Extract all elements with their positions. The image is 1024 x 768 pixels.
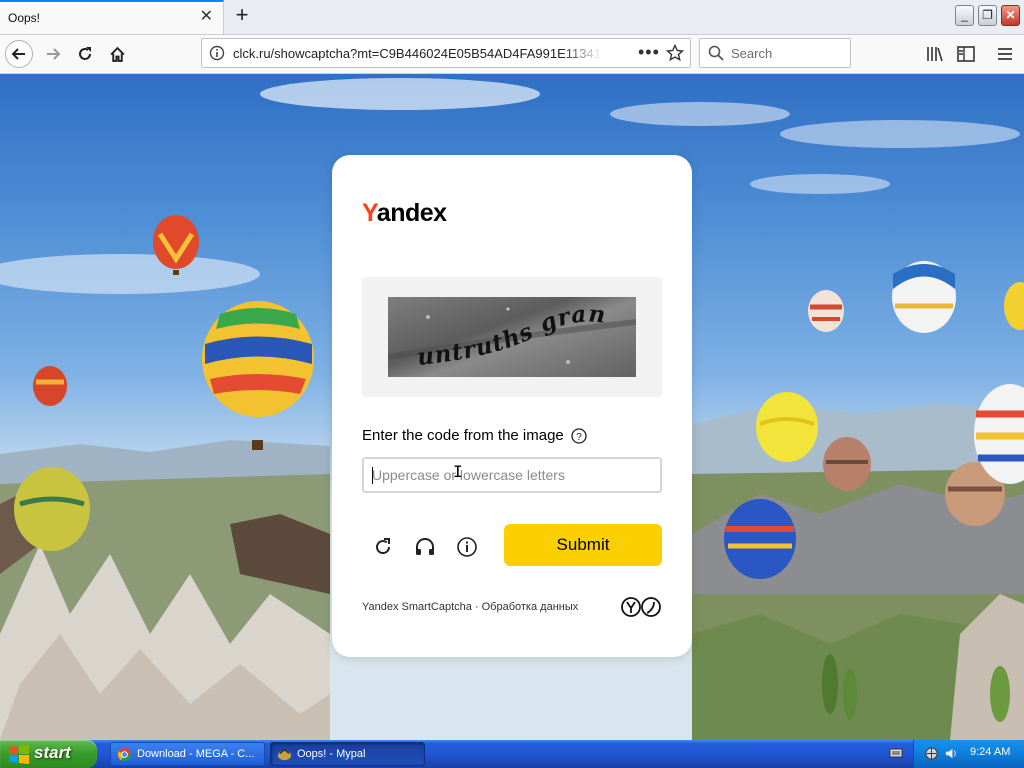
- refresh-captcha-button[interactable]: [369, 533, 397, 561]
- captcha-image: untruths grand: [388, 297, 636, 377]
- search-placeholder: Search: [731, 46, 773, 61]
- yandex-logo: Yandex: [362, 199, 447, 227]
- captcha-card: Yandex untruths grand Enter the code fro…: [332, 155, 692, 657]
- taskbar-item-label: Download - MEGA - C...: [137, 748, 255, 760]
- library-icon[interactable]: [926, 46, 944, 62]
- captcha-footer-links[interactable]: Yandex SmartCaptcha · Обработка данных: [362, 601, 578, 613]
- back-arrow-icon: [5, 40, 33, 68]
- reload-button[interactable]: [70, 39, 100, 69]
- info-icon[interactable]: [209, 45, 225, 61]
- url-text[interactable]: clck.ru/showcaptcha?mt=C9B446024E05B54AD…: [233, 46, 601, 61]
- page-actions-icon[interactable]: •••: [638, 42, 660, 63]
- info-circle-icon: [457, 537, 477, 557]
- taskbar-item-mypal[interactable]: Oops! - Mypal: [270, 742, 425, 766]
- search-icon: [708, 45, 724, 61]
- network-icon[interactable]: [924, 746, 939, 761]
- search-bar[interactable]: Search: [699, 38, 851, 68]
- captcha-prompt: Enter the code from the image: [362, 427, 564, 444]
- url-bar[interactable]: clck.ru/showcaptcha?mt=C9B446024E05B54AD…: [201, 38, 691, 68]
- reload-icon: [79, 47, 91, 60]
- svg-text:untruths grand: untruths grand: [388, 297, 607, 371]
- keyboard-icon[interactable]: [889, 746, 903, 760]
- smartcaptcha-logo-icon: [621, 597, 661, 617]
- submit-button[interactable]: Submit: [504, 524, 662, 566]
- mypal-icon: [277, 748, 292, 761]
- bookmark-star-icon[interactable]: [666, 44, 684, 62]
- windows-flag-icon: [9, 745, 29, 764]
- mouse-ibeam-cursor: I: [453, 462, 463, 481]
- navigation-toolbar: clck.ru/showcaptcha?mt=C9B446024E05B54AD…: [0, 35, 1024, 74]
- start-button[interactable]: start: [0, 740, 97, 768]
- clock[interactable]: 9:24 AM: [970, 746, 1010, 758]
- minimize-button[interactable]: _: [955, 5, 974, 26]
- info-button[interactable]: [453, 533, 481, 561]
- forward-arrow-icon: [47, 48, 61, 60]
- captcha-image-container: untruths grand: [362, 277, 662, 397]
- taskbar: start Download - MEGA - C... Oops! - Myp…: [0, 740, 1024, 768]
- chrome-icon: [117, 747, 132, 762]
- captcha-text: untruths grand: [388, 297, 606, 371]
- taskbar-item-label: Oops! - Mypal: [297, 748, 366, 760]
- help-icon[interactable]: ?: [571, 428, 587, 444]
- start-label: start: [34, 743, 71, 762]
- browser-tabstrip: Oops! ✕ + _ ❐ ✕: [0, 0, 1024, 35]
- sidebar-icon[interactable]: [957, 46, 975, 62]
- audio-captcha-button[interactable]: [411, 533, 439, 561]
- captcha-code-input[interactable]: [362, 457, 662, 493]
- text-caret: [372, 467, 373, 484]
- tab-close-icon[interactable]: ✕: [200, 8, 213, 26]
- volume-icon[interactable]: [944, 746, 959, 761]
- tab-title: Oops!: [8, 11, 41, 25]
- refresh-icon: [376, 538, 391, 555]
- system-tray: 9:24 AM: [913, 740, 1024, 768]
- close-window-button[interactable]: ✕: [1001, 5, 1020, 26]
- restore-button[interactable]: ❐: [978, 5, 997, 26]
- taskbar-item-mega[interactable]: Download - MEGA - C...: [110, 742, 265, 766]
- home-button[interactable]: [102, 39, 132, 69]
- svg-text:?: ?: [576, 432, 582, 443]
- headphones-icon: [416, 538, 434, 555]
- back-button[interactable]: [4, 39, 34, 69]
- forward-button[interactable]: [38, 39, 68, 69]
- new-tab-button[interactable]: +: [230, 4, 254, 28]
- home-icon: [109, 46, 125, 62]
- menu-icon[interactable]: [996, 46, 1014, 62]
- tab-oops[interactable]: Oops! ✕: [0, 0, 224, 34]
